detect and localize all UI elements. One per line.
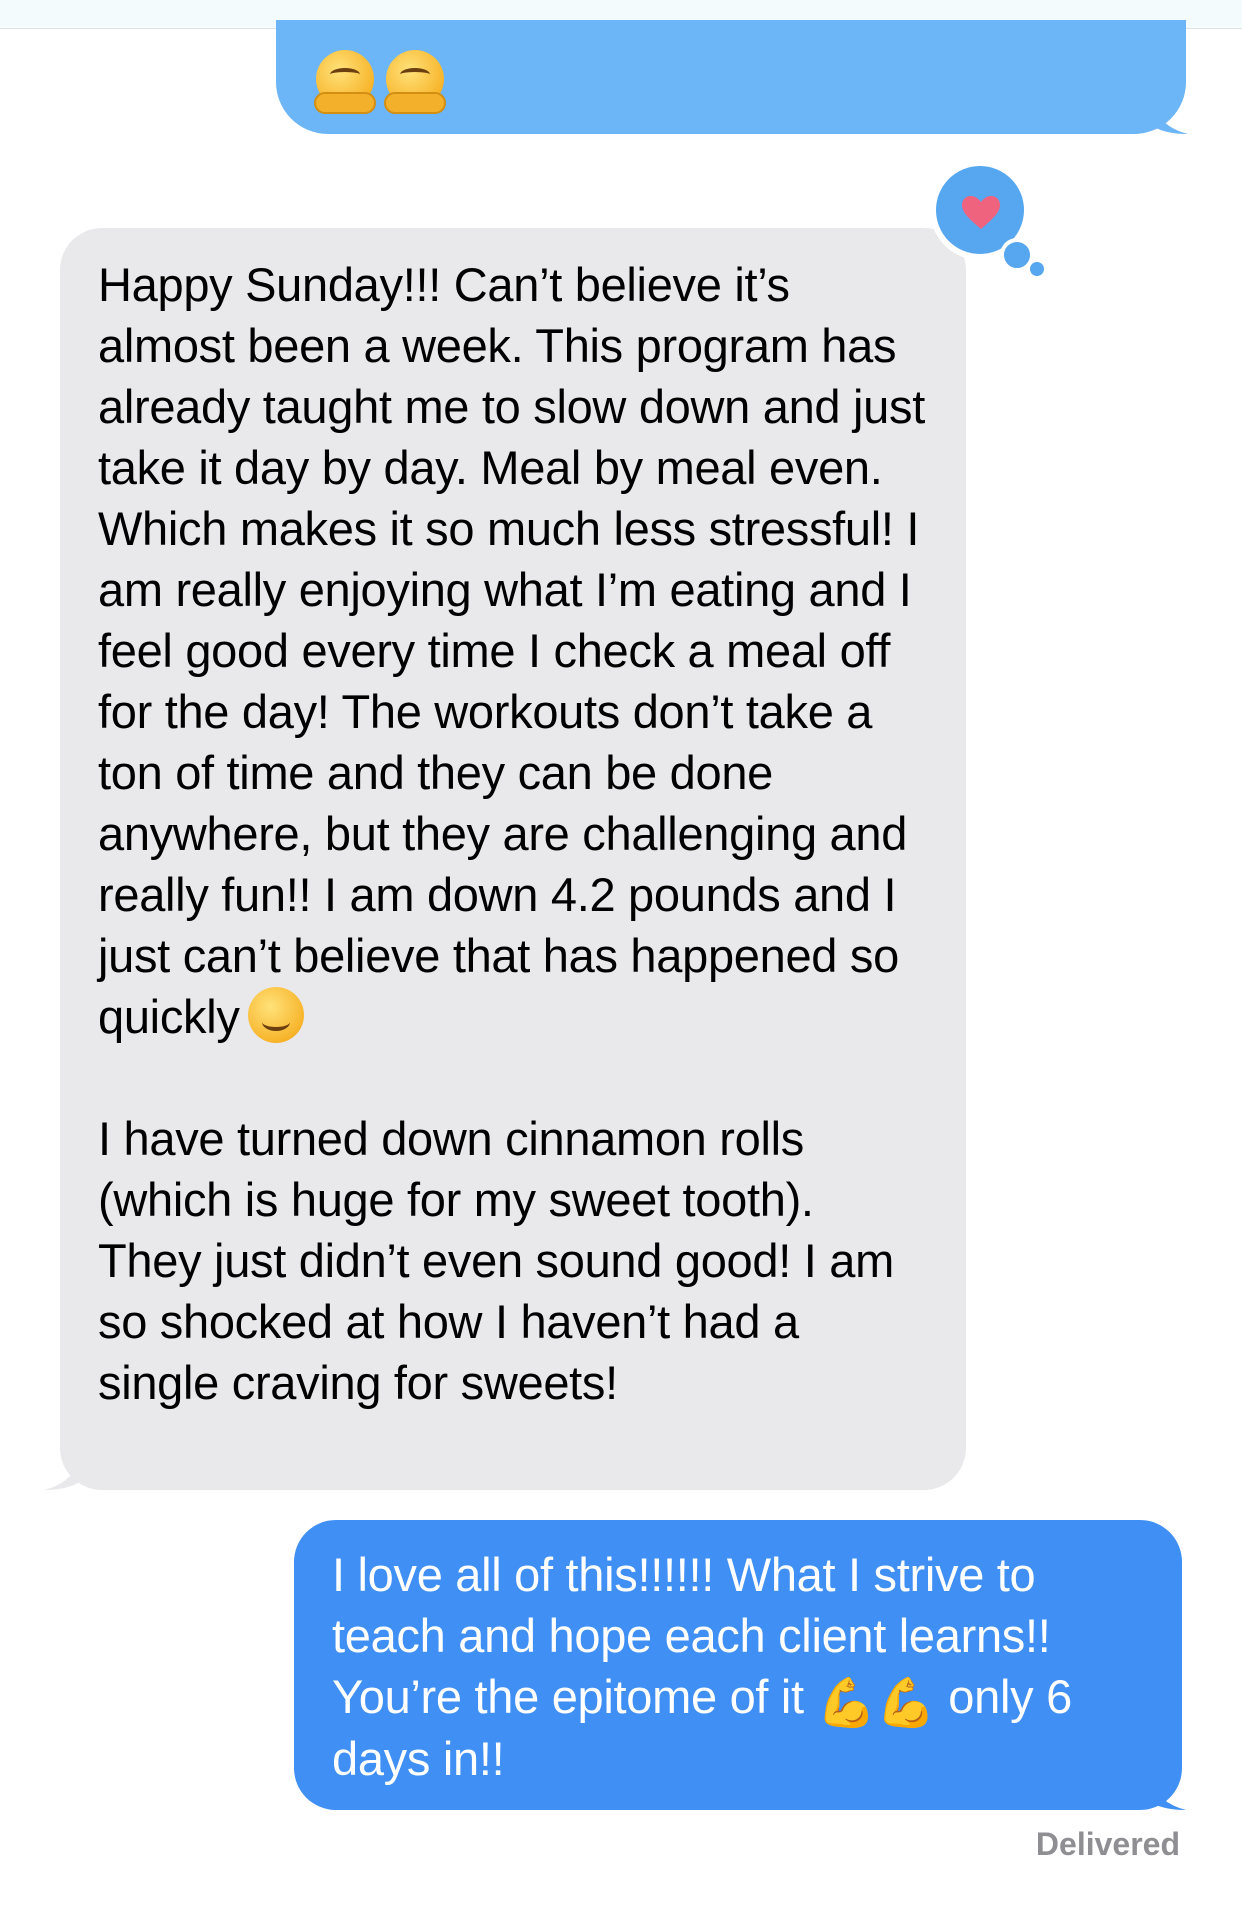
sent-message-emoji[interactable] xyxy=(276,20,1186,134)
sent-message[interactable]: I love all of this!!!!!! What I strive t… xyxy=(294,1520,1182,1810)
message-paragraph: I have turned down cinnamon rolls (which… xyxy=(98,1112,907,1409)
delivery-status: Delivered xyxy=(1035,1826,1180,1862)
tapback-bubble-dot xyxy=(1030,262,1044,276)
received-message[interactable]: Happy Sunday!!! Can’t believe it’s almos… xyxy=(60,228,966,1490)
bubble-tail xyxy=(1150,96,1188,134)
flexed-biceps-icon: 💪 xyxy=(816,1677,877,1730)
bubble-tail xyxy=(1148,1772,1186,1810)
imessage-thread: Happy Sunday!!! Can’t believe it’s almos… xyxy=(0,0,1242,1913)
message-paragraph: Happy Sunday!!! Can’t believe it’s almos… xyxy=(98,258,938,1043)
tapback-bubble-dot xyxy=(1000,238,1034,272)
hugging-face-icon xyxy=(384,50,446,114)
smiling-face-icon xyxy=(247,987,304,1043)
bubble-tail xyxy=(44,1452,82,1490)
flexed-biceps-icon: 💪 xyxy=(876,1677,936,1730)
hugging-face-icon xyxy=(314,50,376,114)
emoji-row xyxy=(314,50,446,114)
message-text: I love all of this!!!!!! What I strive t… xyxy=(332,1548,1085,1785)
heart-icon xyxy=(962,196,1000,229)
